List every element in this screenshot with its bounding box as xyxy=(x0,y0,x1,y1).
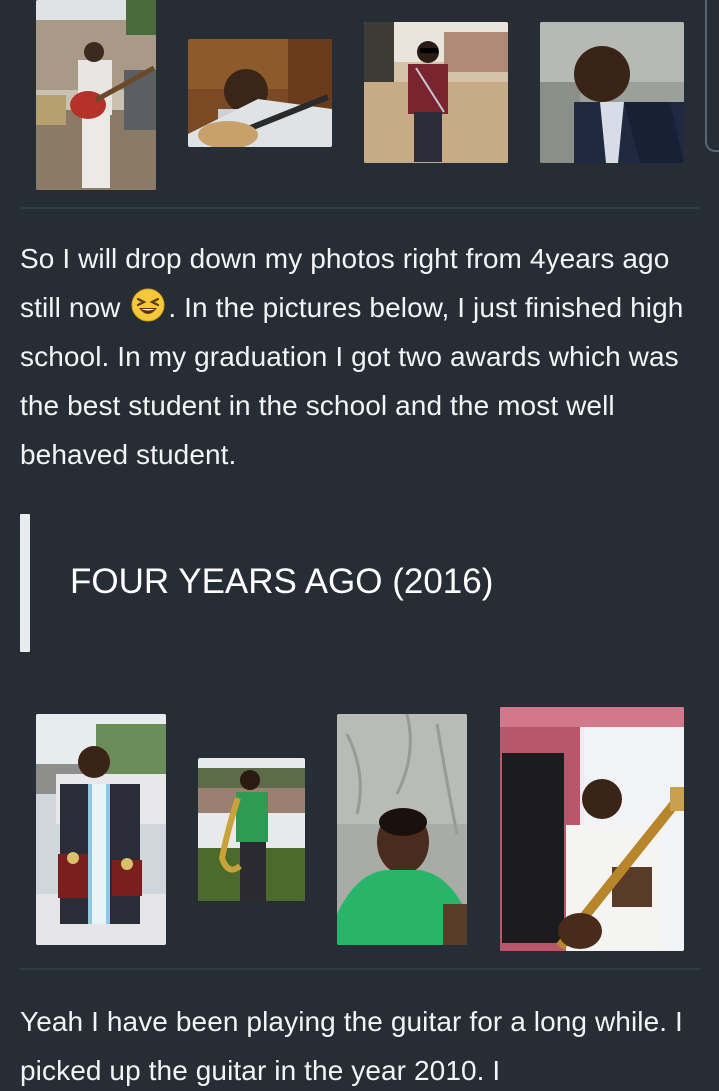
green-shirt-selfie-photo[interactable] xyxy=(337,714,467,945)
graduation-awards-photo[interactable] xyxy=(36,714,166,945)
guitar-selfie-photo[interactable] xyxy=(188,39,332,147)
sunglasses-street-photo[interactable] xyxy=(364,22,508,163)
section-divider-top xyxy=(20,207,700,209)
article-page: So I will drop down my photos right from… xyxy=(0,0,719,1091)
guitar-outdoor-photo[interactable] xyxy=(36,0,156,190)
guitar-paragraph: Yeah I have been playing the guitar for … xyxy=(20,1006,683,1086)
laughing-emoji-icon xyxy=(130,287,166,323)
saxophone-photo[interactable] xyxy=(198,758,305,901)
guitar-indoor-photo[interactable] xyxy=(500,707,684,951)
selfie-vest-photo[interactable] xyxy=(540,22,684,163)
intro-paragraph: So I will drop down my photos right from… xyxy=(20,234,700,479)
scroll-indicator[interactable] xyxy=(705,0,719,152)
section-divider-bottom xyxy=(20,968,700,970)
blockquote-bar xyxy=(20,514,30,652)
section-heading: FOUR YEARS AGO (2016) xyxy=(70,562,494,601)
